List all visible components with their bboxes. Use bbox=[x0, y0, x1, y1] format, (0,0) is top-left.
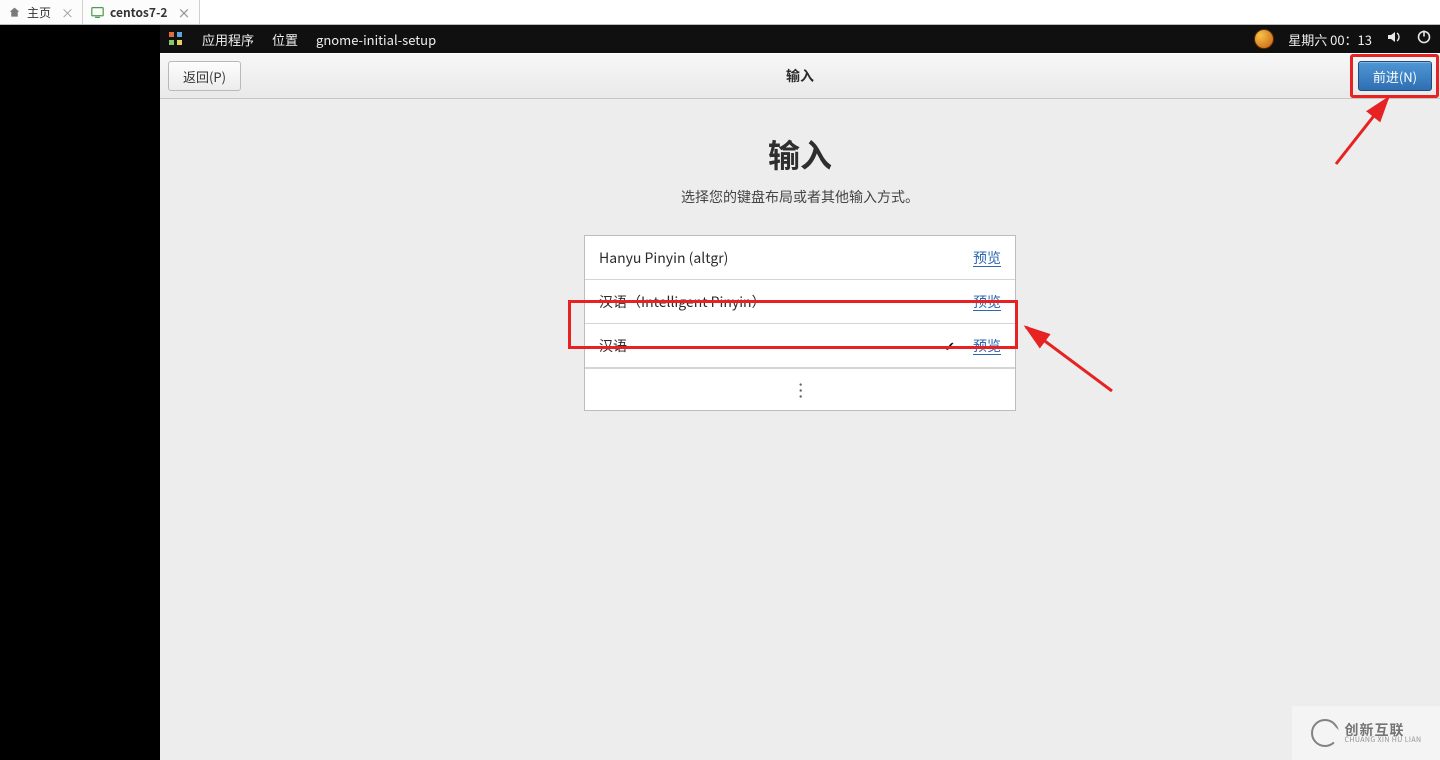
input-source-row-selected[interactable]: 汉语 ✔ 预览 bbox=[585, 324, 1015, 368]
page-title: 输入 bbox=[160, 131, 1440, 177]
checkmark-icon: ✔ bbox=[944, 336, 955, 355]
input-source-list: Hanyu Pinyin (altgr) 预览 汉语（Intelligent P… bbox=[584, 235, 1016, 411]
back-button[interactable]: 返回(P) bbox=[168, 61, 241, 91]
host-tab-bar: 主页 × centos7-2 × bbox=[0, 0, 1440, 25]
vm-black-margin bbox=[0, 25, 160, 760]
page-subtitle: 选择您的键盘布局或者其他输入方式。 bbox=[160, 187, 1440, 207]
preview-link[interactable]: 预览 bbox=[973, 292, 1001, 312]
dialog-body: 输入 选择您的键盘布局或者其他输入方式。 Hanyu Pinyin (altgr… bbox=[160, 99, 1440, 411]
input-source-row[interactable]: Hanyu Pinyin (altgr) 预览 bbox=[585, 236, 1015, 280]
watermark-logo-icon bbox=[1311, 719, 1339, 747]
more-icon: ⋯ bbox=[791, 381, 809, 398]
clock[interactable]: 星期六 00：13 bbox=[1288, 30, 1372, 49]
preview-link[interactable]: 预览 bbox=[973, 248, 1001, 268]
dialog-header: 返回(P) 前进(N) bbox=[160, 53, 1440, 99]
host-tab-label: centos7-2 bbox=[110, 4, 167, 21]
watermark: 创新互联 CHUANG XIN HU LIAN bbox=[1292, 706, 1440, 760]
ime-indicator-icon[interactable] bbox=[1254, 29, 1274, 49]
next-button[interactable]: 前进(N) bbox=[1358, 61, 1432, 91]
watermark-en: CHUANG XIN HU LIAN bbox=[1345, 737, 1422, 744]
menu-process[interactable]: gnome-initial-setup bbox=[316, 30, 436, 49]
monitor-icon bbox=[91, 6, 104, 19]
input-source-row[interactable]: 汉语（Intelligent Pinyin） 预览 bbox=[585, 280, 1015, 324]
guest-desktop: 应用程序 位置 gnome-initial-setup 星期六 00：13 返回… bbox=[160, 25, 1440, 760]
host-tab-home[interactable]: 主页 × bbox=[0, 0, 83, 24]
preview-link[interactable]: 预览 bbox=[973, 336, 1001, 356]
close-icon[interactable]: × bbox=[177, 3, 190, 22]
power-icon[interactable] bbox=[1416, 29, 1432, 49]
home-icon bbox=[8, 6, 21, 19]
volume-icon[interactable] bbox=[1386, 29, 1402, 49]
activities-icon[interactable] bbox=[168, 31, 184, 47]
input-source-name: Hanyu Pinyin (altgr) bbox=[599, 248, 728, 268]
menu-applications[interactable]: 应用程序 bbox=[202, 30, 254, 49]
input-source-name: 汉语（Intelligent Pinyin） bbox=[599, 292, 766, 312]
host-tab-vm[interactable]: centos7-2 × bbox=[83, 0, 199, 24]
menu-places[interactable]: 位置 bbox=[272, 30, 298, 49]
input-source-name: 汉语 bbox=[599, 336, 627, 356]
host-tab-label: 主页 bbox=[27, 4, 51, 21]
close-icon[interactable]: × bbox=[61, 3, 74, 22]
gnome-top-bar: 应用程序 位置 gnome-initial-setup 星期六 00：13 bbox=[160, 25, 1440, 53]
show-more-row[interactable]: ⋯ bbox=[585, 368, 1015, 410]
